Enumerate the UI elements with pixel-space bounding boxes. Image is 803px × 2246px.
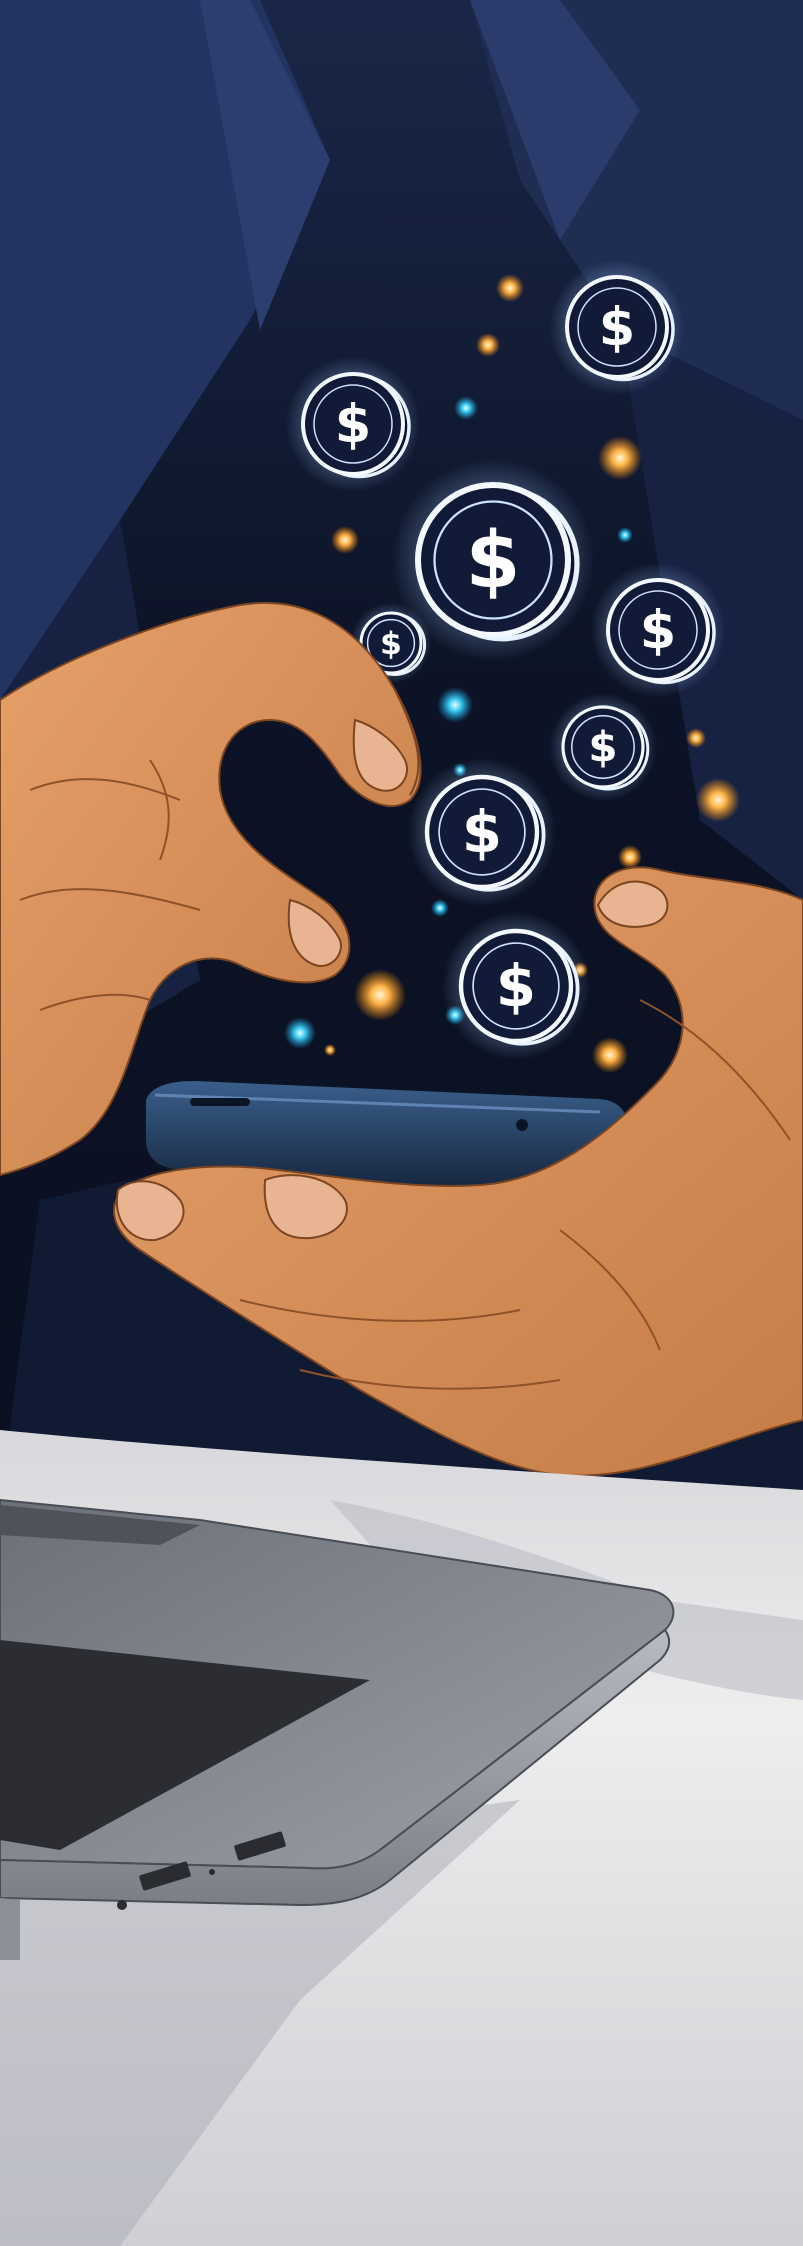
dollar-sign: $ [462,798,502,866]
illustration-scene: $ $ $ $ $ $ $ $ [0,0,803,2246]
dollar-sign: $ [380,626,402,662]
dollar-sign: $ [335,394,372,455]
dollar-coin: $ [285,356,421,492]
dollar-coin: $ [590,562,726,698]
dollar-sign: $ [640,600,677,661]
dollar-sign: $ [496,952,536,1020]
dollar-sign: $ [588,722,617,771]
illustration-canvas: $ $ $ $ $ $ $ $ [0,0,803,2246]
dollar-sign: $ [599,297,636,358]
dollar-coin: $ [407,757,557,907]
dollar-sign: $ [466,514,521,606]
dollar-coin: $ [549,259,685,395]
dollar-coin: $ [441,911,591,1061]
dollar-coin: $ [549,693,657,801]
